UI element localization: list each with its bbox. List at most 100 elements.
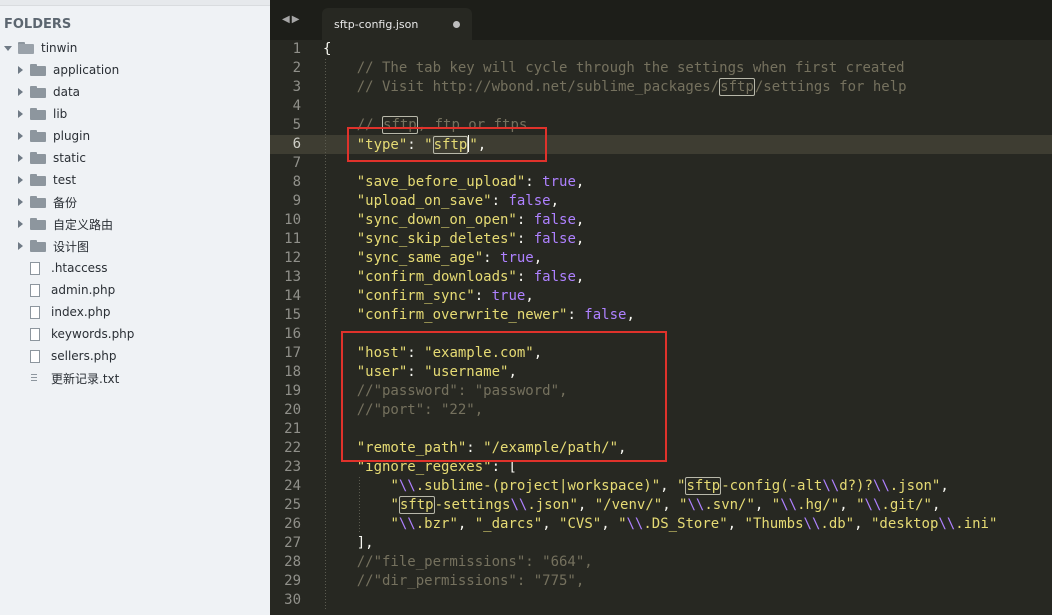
- code-line[interactable]: // Visit http://wbond.net/sublime_packag…: [323, 78, 907, 97]
- code-token: :: [516, 212, 534, 228]
- code-token: // The tab key will cycle through the se…: [323, 60, 905, 76]
- tree-file[interactable]: sellers.php: [0, 345, 270, 367]
- tab-sftp-config[interactable]: sftp-config.json: [322, 8, 472, 40]
- tree-item-label: 备份: [53, 195, 78, 210]
- code-line[interactable]: "upload_on_save": false,: [323, 192, 559, 211]
- code-line[interactable]: "confirm_overwrite_newer": false,: [323, 306, 635, 325]
- code-token: true: [491, 288, 526, 304]
- tree-file[interactable]: index.php: [0, 301, 270, 323]
- code-line[interactable]: //"file_permissions": "664",: [323, 553, 593, 572]
- chevron-right-icon[interactable]: [16, 197, 24, 207]
- code-token: .db": [820, 516, 855, 532]
- tab-label: sftp-config.json: [334, 18, 419, 31]
- tree-file[interactable]: .htaccess: [0, 257, 270, 279]
- tab-nav-arrows-icon[interactable]: ◀▶: [282, 14, 301, 25]
- code-line[interactable]: "\\.bzr", "_darcs", "CVS", "\\.DS_Store"…: [323, 515, 997, 534]
- code-line[interactable]: // The tab key will cycle through the se…: [323, 59, 905, 78]
- code-editor[interactable]: 1 {2 // The tab key will cycle through th…: [270, 40, 1052, 615]
- code-token: .git/": [881, 497, 932, 513]
- chevron-right-icon[interactable]: [16, 65, 24, 75]
- code-token: "sync_same_age": [356, 250, 484, 266]
- line-number: 30: [284, 592, 301, 608]
- code-token: .sublime-(project|workspace)": [415, 478, 661, 494]
- unsaved-dot-icon[interactable]: [453, 21, 460, 28]
- code-token: {: [323, 41, 332, 57]
- tree-folder[interactable]: application: [0, 59, 270, 81]
- tree-folder[interactable]: 设计图: [0, 235, 270, 257]
- code-line[interactable]: "confirm_sync": true,: [323, 287, 534, 306]
- line-number: 20: [284, 402, 301, 418]
- code-token: true: [542, 174, 576, 190]
- tree-item-label: static: [53, 151, 86, 165]
- chevron-right-icon[interactable]: [16, 87, 24, 97]
- code-token: sftp: [719, 78, 755, 96]
- folder-icon: [30, 174, 46, 186]
- code-line[interactable]: "\\.sublime-(project|workspace)", "sftp-…: [323, 477, 949, 496]
- code-token: \\: [864, 497, 882, 513]
- code-token: d?)?: [839, 478, 873, 494]
- line-number: 23: [284, 459, 301, 475]
- code-line[interactable]: "confirm_downloads": false,: [323, 268, 585, 287]
- sidebar: FOLDERS tinwin application data lib plugin st…: [0, 0, 270, 615]
- chevron-down-icon[interactable]: [4, 43, 12, 53]
- chevron-right-icon[interactable]: [16, 219, 24, 229]
- code-token: ": [856, 497, 865, 513]
- file-icon: [30, 261, 40, 275]
- tree-folder[interactable]: 自定义路由: [0, 213, 270, 235]
- chevron-right-icon[interactable]: [16, 109, 24, 119]
- code-token: ,: [542, 516, 560, 532]
- code-token: ,: [931, 497, 941, 513]
- code-line[interactable]: {: [323, 40, 331, 59]
- code-token: ,: [575, 231, 585, 247]
- code-token: "save_before_upload": [356, 174, 526, 190]
- tree-folder[interactable]: data: [0, 81, 270, 103]
- chevron-right-icon[interactable]: [16, 153, 24, 163]
- code-line[interactable]: "sftp-settings\\.json", "/venv/", "\\.sv…: [323, 496, 940, 515]
- code-token: .DS_Store": [643, 516, 728, 532]
- tree-file[interactable]: admin.php: [0, 279, 270, 301]
- code-token: ,: [525, 288, 534, 304]
- code-line[interactable]: "sync_down_on_open": false,: [323, 211, 585, 230]
- tree-item-label: plugin: [53, 129, 91, 143]
- tree-folder[interactable]: test: [0, 169, 270, 191]
- line-number: 17: [284, 345, 301, 361]
- sidebar-top-edge: [0, 0, 270, 6]
- code-line[interactable]: ],: [323, 534, 374, 553]
- tree-folder[interactable]: 备份: [0, 191, 270, 213]
- code-token: "_darcs": [474, 516, 543, 532]
- code-line[interactable]: "save_before_upload": true,: [323, 173, 585, 192]
- chevron-right-icon[interactable]: [16, 241, 24, 251]
- code-token: .ini": [955, 516, 998, 532]
- tree-file[interactable]: keywords.php: [0, 323, 270, 345]
- code-token: /settings for help: [754, 79, 907, 95]
- code-token: //"file_permissions": "664",: [323, 554, 593, 570]
- tree-folder[interactable]: lib: [0, 103, 270, 125]
- folder-icon: [30, 64, 46, 76]
- line-number: 26: [284, 516, 301, 532]
- code-line[interactable]: "sync_skip_deletes": false,: [323, 230, 585, 249]
- code-line[interactable]: "sync_same_age": true,: [323, 249, 542, 268]
- tree-folder[interactable]: static: [0, 147, 270, 169]
- code-token: :: [525, 174, 543, 190]
- code-token: sftp: [398, 496, 435, 514]
- chevron-right-icon[interactable]: [16, 131, 24, 141]
- code-token: \\: [626, 516, 644, 532]
- code-token: :: [516, 231, 534, 247]
- chevron-right-icon[interactable]: [16, 175, 24, 185]
- code-line[interactable]: //"dir_permissions": "775",: [323, 572, 585, 591]
- code-token: ": [390, 478, 399, 494]
- code-token: -config(-alt: [721, 478, 823, 494]
- line-number: 10: [284, 212, 301, 228]
- code-token: \\: [398, 478, 416, 494]
- tree-item-label: 更新记录.txt: [51, 371, 120, 386]
- tree-root-folder[interactable]: tinwin: [0, 37, 270, 59]
- line-number: 16: [284, 326, 301, 342]
- tree-file[interactable]: 更新记录.txt: [0, 367, 270, 389]
- line-number: 6: [292, 136, 301, 152]
- tree-folder[interactable]: plugin: [0, 125, 270, 147]
